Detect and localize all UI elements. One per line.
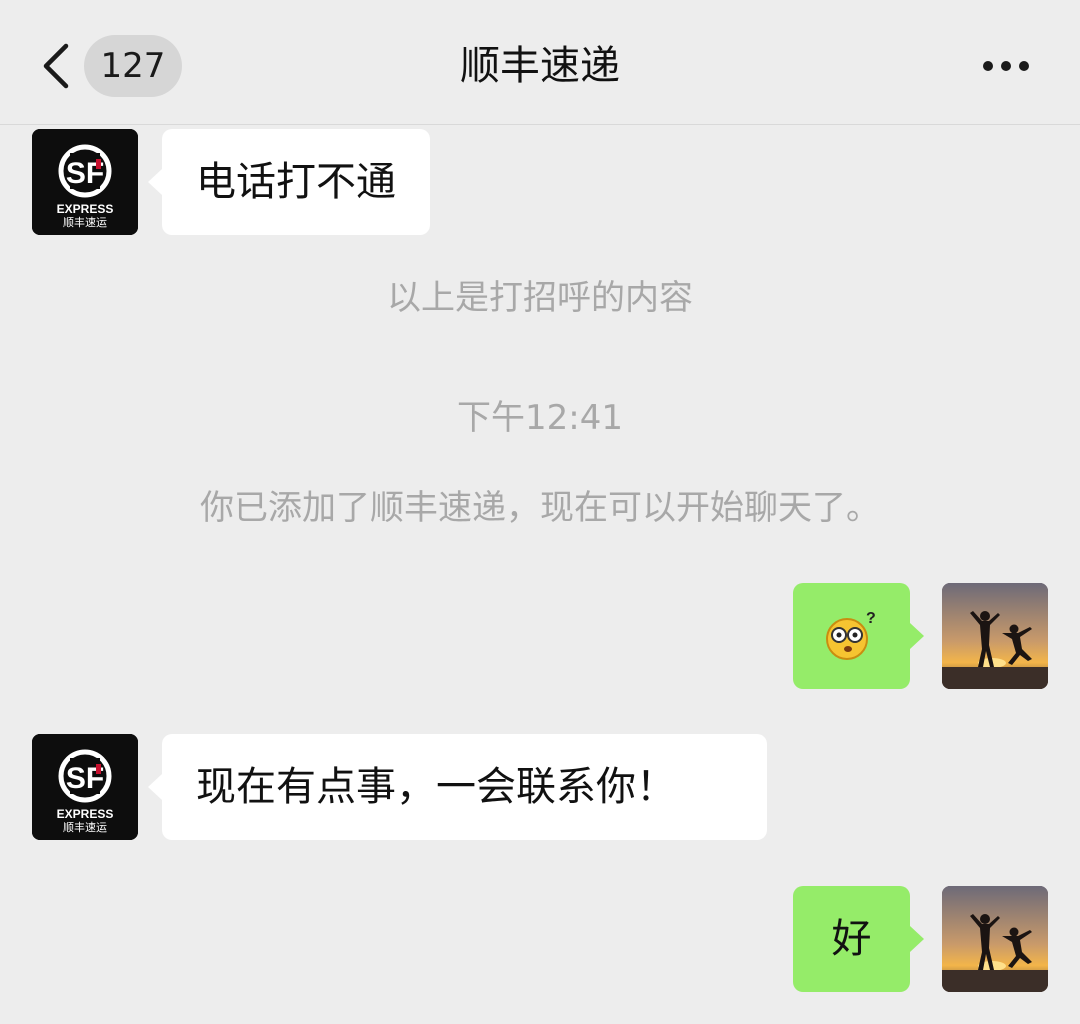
chat-title: 顺丰速递 [460, 43, 620, 89]
sf-logo-cn-text: 顺丰速运 [63, 821, 107, 834]
chat-header: 127 顺丰速递 [0, 0, 1080, 125]
my-avatar[interactable] [942, 583, 1048, 689]
sunset-silhouette-photo-icon [942, 886, 1048, 992]
unread-count-badge[interactable]: 127 [84, 35, 182, 97]
more-options-button[interactable] [978, 48, 1034, 84]
incoming-message[interactable]: 现在有点事，一会联系你！ [148, 734, 767, 840]
confused-emoji-icon: ? [826, 610, 876, 660]
contact-avatar[interactable]: SF EXPRESS 顺丰速运 [32, 129, 138, 235]
back-button[interactable] [36, 40, 76, 92]
chevron-left-icon [43, 43, 69, 89]
incoming-message[interactable]: 电话打不通 [148, 129, 430, 235]
friend-added-notice: 你已添加了顺丰速递，现在可以开始聊天了。 [200, 488, 880, 528]
sf-logo-cn-text: 顺丰速运 [63, 216, 107, 229]
contact-avatar[interactable]: SF EXPRESS 顺丰速运 [32, 734, 138, 840]
sf-logo-express-text: EXPRESS [57, 202, 114, 216]
sf-logo-express-text: EXPRESS [57, 807, 114, 821]
sf-express-logo-icon: SF EXPRESS 顺丰速运 [32, 734, 138, 840]
outgoing-message[interactable]: 好 [793, 886, 924, 992]
sf-express-logo-icon: SF EXPRESS 顺丰速运 [32, 129, 138, 235]
message-timestamp: 下午12:41 [457, 398, 623, 438]
greeting-note: 以上是打招呼的内容 [387, 278, 693, 318]
outgoing-message[interactable]: ? [793, 583, 924, 689]
svg-text:?: ? [866, 610, 876, 627]
more-dots-icon [983, 61, 1029, 71]
sunset-silhouette-photo-icon [942, 583, 1048, 689]
my-avatar[interactable] [942, 886, 1048, 992]
